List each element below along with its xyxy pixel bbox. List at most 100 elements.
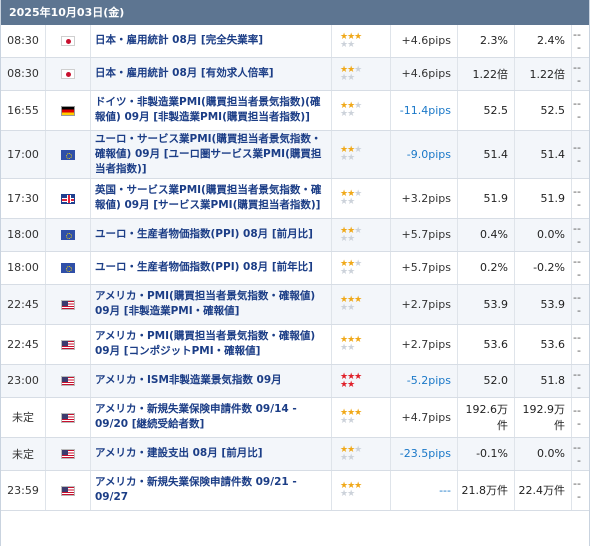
country-cell <box>45 324 91 365</box>
event-name-link[interactable]: ユーロ・生産者物価指数(PPI) 08月 [前月比] <box>90 218 332 252</box>
star-icon: ★ <box>347 153 355 163</box>
event-name-link[interactable]: アメリカ・新規失業保険申請件数 09/14 - 09/20 [継続受給者数] <box>90 397 332 438</box>
star-icon: ★ <box>347 266 355 277</box>
actual-value: --- <box>571 218 589 252</box>
forecast-value: -0.2% <box>514 251 572 285</box>
pips-change: +2.7pips <box>390 284 458 325</box>
country-cell <box>45 130 91 179</box>
forecast-value: 0.0% <box>514 218 572 252</box>
pips-change: +4.6pips <box>390 57 458 91</box>
us-flag-icon <box>61 485 75 496</box>
star-icon: ★ <box>347 452 355 463</box>
table-row: 未定 アメリカ・建設支出 08月 [前月比] ★★★ ★★ -23.5pips -0.1%… <box>1 437 589 471</box>
country-cell <box>45 178 91 219</box>
event-name-link[interactable]: 日本・雇用統計 08月 [完全失業率] <box>90 25 332 58</box>
pips-change: +2.7pips <box>390 324 458 365</box>
country-cell <box>45 397 91 438</box>
star-icon: ★ <box>354 189 362 199</box>
actual-value: --- <box>571 178 589 219</box>
us-flag-icon <box>61 299 75 310</box>
forecast-value: 53.9 <box>514 284 572 325</box>
pips-change: -23.5pips <box>390 437 458 471</box>
star-icon: ★ <box>354 64 362 75</box>
table-row: 未定 アメリカ・新規失業保険申請件数 09/14 - 09/20 [継続受給者数]… <box>1 397 589 438</box>
previous-value: 192.6万件 <box>457 397 515 438</box>
forecast-value: 1.22倍 <box>514 57 572 91</box>
date-header: 2025年10月03日(金) <box>1 0 589 25</box>
importance-stars: ★★★ ★★ <box>331 470 391 511</box>
star-rating: ★★★ ★★ <box>340 336 390 353</box>
event-time: 18:00 <box>1 218 46 252</box>
event-time: 17:00 <box>1 130 46 179</box>
table-row: 08:30 日本・雇用統計 08月 [完全失業率] ★★★ ★★ +4.6pips 2.3… <box>1 25 589 58</box>
forecast-value: 53.6 <box>514 324 572 365</box>
country-cell <box>45 218 91 252</box>
star-icon: ★ <box>347 379 355 390</box>
event-name-link[interactable]: アメリカ・ISM非製造業景気指数 09月 <box>90 364 332 398</box>
star-icon: ★ <box>354 408 362 418</box>
actual-value: --- <box>571 130 589 179</box>
event-time: 未定 <box>1 437 46 471</box>
country-cell <box>45 364 91 398</box>
event-time: 未定 <box>1 397 46 438</box>
country-cell <box>45 251 91 285</box>
event-name-link[interactable]: アメリカ・PMI(購買担当者景気指数・確報値) 09月 [コンポジットPMI・確… <box>90 324 332 365</box>
forecast-value: 51.4 <box>514 130 572 179</box>
actual-value: --- <box>571 25 589 58</box>
star-icon: ★ <box>347 489 355 499</box>
previous-value: 53.6 <box>457 324 515 365</box>
table-row: 17:30 英国・サービス業PMI(購買担当者景気指数・確報値) 09月 [サービ… <box>1 178 589 219</box>
forecast-value: 51.8 <box>514 364 572 398</box>
importance-stars: ★★★ ★★ <box>331 364 391 398</box>
country-cell <box>45 57 91 91</box>
uk-flag-icon <box>61 193 75 204</box>
eu-flag-icon <box>61 149 75 160</box>
table-row: 18:00 ユーロ・生産者物価指数(PPI) 08月 [前月比] ★★★ ★★ +5.7… <box>1 218 589 252</box>
event-name-link[interactable]: アメリカ・建設支出 08月 [前月比] <box>90 437 332 471</box>
star-rating: ★★★ ★★ <box>340 146 390 163</box>
star-icon: ★ <box>347 416 355 426</box>
forecast-value: 192.9万件 <box>514 397 572 438</box>
actual-value: --- <box>571 57 589 91</box>
actual-value: --- <box>571 470 589 511</box>
event-name-link[interactable]: 日本・雇用統計 08月 [有効求人倍率] <box>90 57 332 91</box>
events-table: 08:30 日本・雇用統計 08月 [完全失業率] ★★★ ★★ +4.6pips 2.3… <box>1 25 589 511</box>
star-rating: ★★★ ★★ <box>340 371 390 390</box>
germany-flag-icon <box>61 105 75 116</box>
event-name-link[interactable]: アメリカ・PMI(購買担当者景気指数・確報値) 09月 [非製造業PMI・確報値… <box>90 284 332 325</box>
star-icon: ★ <box>354 31 362 42</box>
event-time: 08:30 <box>1 57 46 91</box>
importance-stars: ★★★ ★★ <box>331 218 391 252</box>
actual-value: --- <box>571 251 589 285</box>
event-time: 08:30 <box>1 25 46 58</box>
event-time: 17:30 <box>1 178 46 219</box>
star-icon: ★ <box>354 371 362 382</box>
previous-value: 51.9 <box>457 178 515 219</box>
previous-value: 53.9 <box>457 284 515 325</box>
us-flag-icon <box>61 449 75 459</box>
event-name-link[interactable]: 英国・サービス業PMI(購買担当者景気指数・確報値) 09月 [サービス業PMI… <box>90 178 332 219</box>
actual-value: --- <box>571 90 589 131</box>
event-time: 16:55 <box>1 90 46 131</box>
actual-value: --- <box>571 364 589 398</box>
event-time: 23:59 <box>1 470 46 511</box>
importance-stars: ★★★ ★★ <box>331 437 391 471</box>
forecast-value: 51.9 <box>514 178 572 219</box>
event-name-link[interactable]: ドイツ・非製造業PMI(購買担当者景気指数)(確報値) 09月 [非製造業PMI… <box>90 90 332 131</box>
star-rating: ★★★ ★★ <box>340 445 390 463</box>
eu-flag-icon <box>61 230 75 240</box>
event-name-link[interactable]: アメリカ・新規失業保険申請件数 09/21 - 09/27 <box>90 470 332 511</box>
economic-calendar: 2025年10月03日(金) 08:30 日本・雇用統計 08月 [完全失業率] ★… <box>0 0 590 546</box>
star-rating: ★★★ ★★ <box>340 64 390 82</box>
actual-value: --- <box>571 284 589 325</box>
star-icon: ★ <box>347 109 355 119</box>
table-row: 08:30 日本・雇用統計 08月 [有効求人倍率] ★★★ ★★ +4.6pips 1.… <box>1 57 589 91</box>
previous-value: 52.0 <box>457 364 515 398</box>
previous-value: 2.3% <box>457 25 515 58</box>
event-name-link[interactable]: ユーロ・生産者物価指数(PPI) 08月 [前年比] <box>90 251 332 285</box>
event-name-link[interactable]: ユーロ・サービス業PMI(購買担当者景気指数・確報値) 09月 [ユーロ圏サービ… <box>90 130 332 179</box>
country-cell <box>45 284 91 325</box>
previous-value: -0.1% <box>457 437 515 471</box>
us-flag-icon <box>61 376 75 386</box>
previous-value: 1.22倍 <box>457 57 515 91</box>
